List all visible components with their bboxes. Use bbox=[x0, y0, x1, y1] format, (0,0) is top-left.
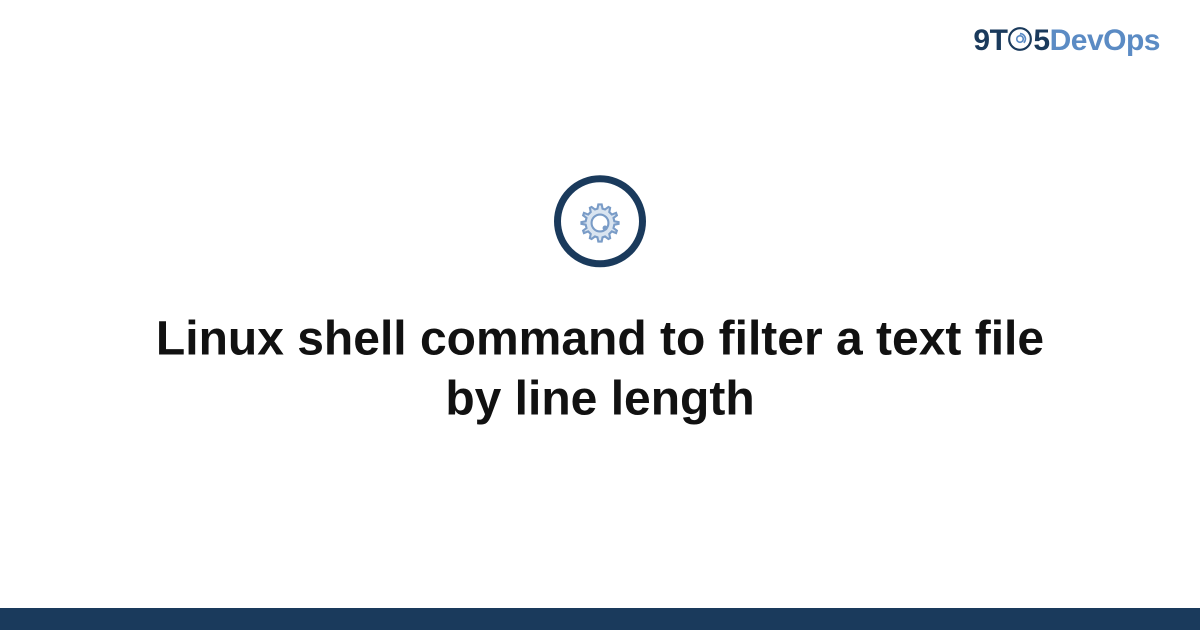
page-title: Linux shell command to filter a text fil… bbox=[150, 309, 1050, 429]
logo-text-part2: 5 bbox=[1033, 24, 1049, 57]
footer-bar bbox=[0, 608, 1200, 630]
logo-text-part1: 9T bbox=[973, 24, 1007, 57]
logo-text-part3: DevOps bbox=[1050, 24, 1160, 57]
header: 9T 5DevOps bbox=[973, 24, 1160, 58]
gear-icon bbox=[1007, 26, 1033, 52]
main-content: Linux shell command to filter a text fil… bbox=[0, 175, 1200, 429]
gear-circle-icon bbox=[554, 175, 646, 267]
site-logo[interactable]: 9T 5DevOps bbox=[973, 24, 1160, 58]
